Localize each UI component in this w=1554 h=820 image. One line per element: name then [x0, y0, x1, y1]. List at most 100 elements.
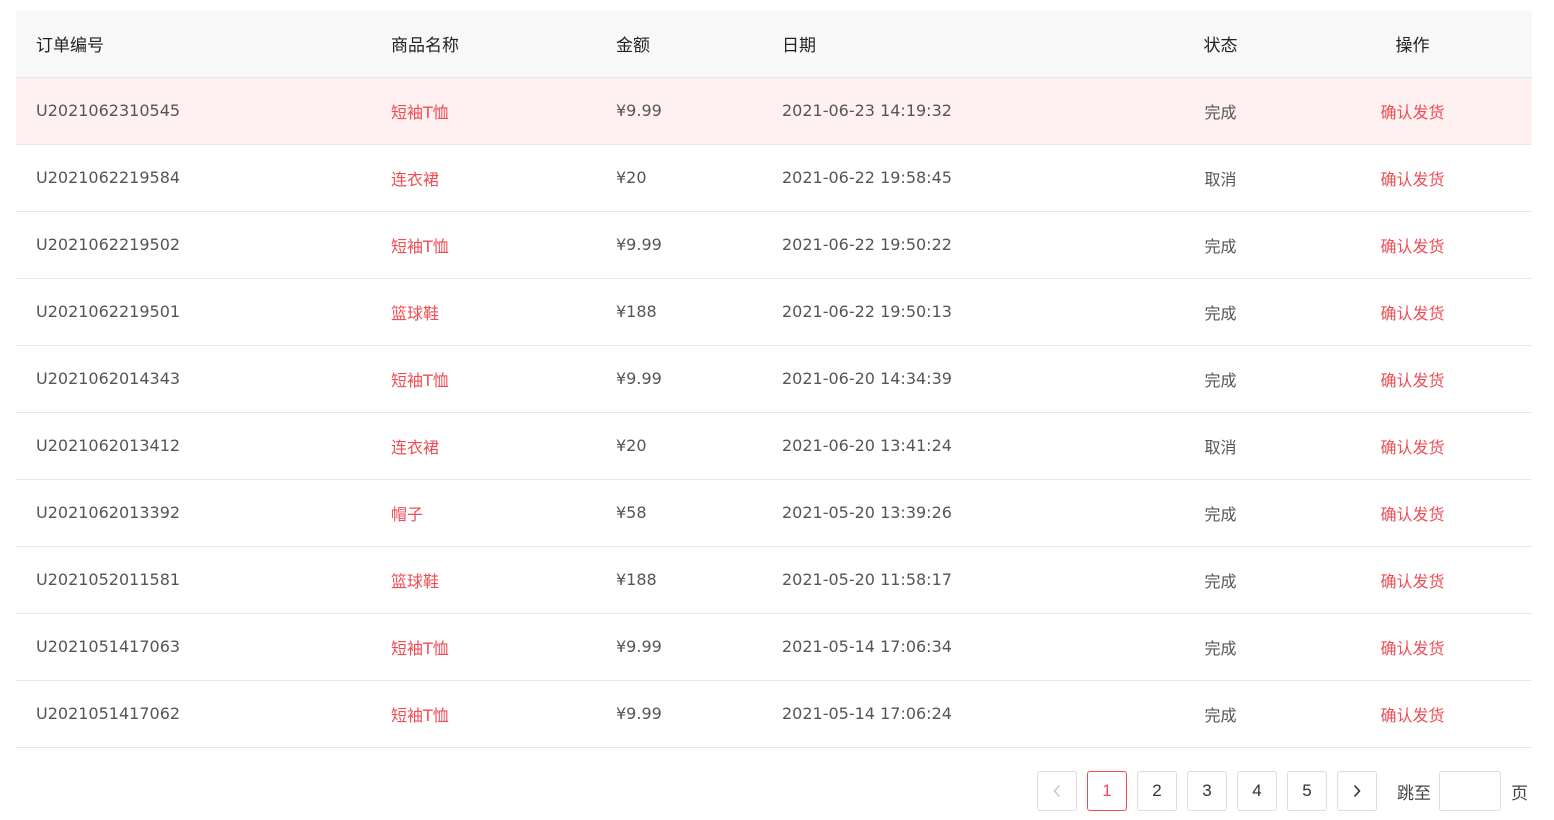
- cell-status: 完成: [1148, 77, 1293, 145]
- page-button-5[interactable]: 5: [1287, 771, 1327, 811]
- cell-action: 确认发货: [1293, 479, 1532, 547]
- confirm-shipment-link[interactable]: 确认发货: [1380, 371, 1444, 390]
- cell-action: 确认发货: [1293, 680, 1532, 748]
- pagination: 12345 跳至 页: [1037, 771, 1528, 811]
- jump-page-input[interactable]: [1439, 771, 1501, 811]
- cell-date: 2021-05-20 11:58:17: [782, 546, 1148, 614]
- cell-amount: ¥20: [616, 412, 782, 480]
- table-row: U2021062219584 连衣裙 ¥20 2021-06-22 19:58:45 取…: [16, 144, 1532, 212]
- cell-amount: ¥9.99: [616, 211, 782, 279]
- next-page-button[interactable]: [1337, 771, 1377, 811]
- table-row: U2021051417062 短袖T恤 ¥9.99 2021-05-14 17:06:…: [16, 680, 1532, 748]
- cell-order-no: U2021052011581: [16, 546, 391, 614]
- cell-amount: ¥9.99: [616, 77, 782, 145]
- page-button-3[interactable]: 3: [1187, 771, 1227, 811]
- product-link[interactable]: 篮球鞋: [391, 572, 439, 591]
- cell-status: 完成: [1148, 345, 1293, 413]
- page-button-1[interactable]: 1: [1087, 771, 1127, 811]
- cell-action: 确认发货: [1293, 613, 1532, 681]
- table-row: U2021062310545 短袖T恤 ¥9.99 2021-06-23 14:19:…: [16, 77, 1532, 145]
- cell-amount: ¥58: [616, 479, 782, 547]
- cell-amount: ¥20: [616, 144, 782, 212]
- cell-amount: ¥9.99: [616, 345, 782, 413]
- cell-date: 2021-06-20 14:34:39: [782, 345, 1148, 413]
- header-amount: 金额: [616, 11, 782, 78]
- cell-date: 2021-05-20 13:39:26: [782, 479, 1148, 547]
- table-row: U2021051417063 短袖T恤 ¥9.99 2021-05-14 17:06:…: [16, 613, 1532, 681]
- cell-action: 确认发货: [1293, 345, 1532, 413]
- confirm-shipment-link[interactable]: 确认发货: [1380, 304, 1444, 323]
- table-row: U2021062013392 帽子 ¥58 2021-05-20 13:39:26 完成…: [16, 479, 1532, 547]
- cell-product: 连衣裙: [391, 412, 616, 480]
- cell-action: 确认发货: [1293, 144, 1532, 212]
- cell-order-no: U2021051417062: [16, 680, 391, 748]
- cell-status: 完成: [1148, 546, 1293, 614]
- confirm-shipment-link[interactable]: 确认发货: [1380, 438, 1444, 457]
- product-link[interactable]: 短袖T恤: [391, 237, 449, 256]
- header-status: 状态: [1148, 11, 1293, 78]
- cell-product: 篮球鞋: [391, 546, 616, 614]
- table-row: U2021062219501 篮球鞋 ¥188 2021-06-22 19:50:13…: [16, 278, 1532, 346]
- cell-status: 取消: [1148, 412, 1293, 480]
- table-row: U2021062014343 短袖T恤 ¥9.99 2021-06-20 14:34:…: [16, 345, 1532, 413]
- cell-date: 2021-05-14 17:06:34: [782, 613, 1148, 681]
- confirm-shipment-link[interactable]: 确认发货: [1380, 505, 1444, 524]
- cell-status: 完成: [1148, 613, 1293, 681]
- cell-amount: ¥188: [616, 546, 782, 614]
- cell-order-no: U2021062013392: [16, 479, 391, 547]
- cell-product: 短袖T恤: [391, 77, 616, 145]
- cell-date: 2021-06-23 14:19:32: [782, 77, 1148, 145]
- page-button-2[interactable]: 2: [1137, 771, 1177, 811]
- header-date: 日期: [782, 11, 1148, 78]
- cell-status: 完成: [1148, 479, 1293, 547]
- cell-status: 取消: [1148, 144, 1293, 212]
- cell-date: 2021-05-14 17:06:24: [782, 680, 1148, 748]
- cell-action: 确认发货: [1293, 546, 1532, 614]
- page-button-4[interactable]: 4: [1237, 771, 1277, 811]
- jump-to-label: 跳至: [1397, 783, 1431, 804]
- chevron-left-icon: [1052, 784, 1062, 798]
- confirm-shipment-link[interactable]: 确认发货: [1380, 103, 1444, 122]
- cell-action: 确认发货: [1293, 211, 1532, 279]
- orders-table-container: 订单编号 商品名称 金额 日期 状态 操作 U2021062310545 短袖T恤…: [16, 11, 1532, 748]
- product-link[interactable]: 连衣裙: [391, 170, 439, 189]
- cell-amount: ¥9.99: [616, 680, 782, 748]
- cell-product: 篮球鞋: [391, 278, 616, 346]
- confirm-shipment-link[interactable]: 确认发货: [1380, 170, 1444, 189]
- cell-order-no: U2021062013412: [16, 412, 391, 480]
- cell-date: 2021-06-22 19:50:22: [782, 211, 1148, 279]
- cell-amount: ¥188: [616, 278, 782, 346]
- cell-product: 帽子: [391, 479, 616, 547]
- table-row: U2021052011581 篮球鞋 ¥188 2021-05-20 11:58:17…: [16, 546, 1532, 614]
- prev-page-button[interactable]: [1037, 771, 1077, 811]
- product-link[interactable]: 短袖T恤: [391, 103, 449, 122]
- cell-product: 短袖T恤: [391, 680, 616, 748]
- header-action: 操作: [1293, 11, 1532, 78]
- confirm-shipment-link[interactable]: 确认发货: [1380, 572, 1444, 591]
- cell-product: 短袖T恤: [391, 613, 616, 681]
- product-link[interactable]: 篮球鞋: [391, 304, 439, 323]
- product-link[interactable]: 短袖T恤: [391, 706, 449, 725]
- cell-order-no: U2021062014343: [16, 345, 391, 413]
- cell-order-no: U2021051417063: [16, 613, 391, 681]
- page-unit-label: 页: [1511, 783, 1528, 804]
- cell-order-no: U2021062219584: [16, 144, 391, 212]
- cell-status: 完成: [1148, 211, 1293, 279]
- confirm-shipment-link[interactable]: 确认发货: [1380, 237, 1444, 256]
- cell-order-no: U2021062219501: [16, 278, 391, 346]
- product-link[interactable]: 帽子: [391, 505, 423, 524]
- product-link[interactable]: 连衣裙: [391, 438, 439, 457]
- product-link[interactable]: 短袖T恤: [391, 639, 449, 658]
- table-row: U2021062013412 连衣裙 ¥20 2021-06-20 13:41:24 取…: [16, 412, 1532, 480]
- table-row: U2021062219502 短袖T恤 ¥9.99 2021-06-22 19:50:…: [16, 211, 1532, 279]
- table-body: U2021062310545 短袖T恤 ¥9.99 2021-06-23 14:19:…: [16, 77, 1532, 748]
- cell-product: 短袖T恤: [391, 345, 616, 413]
- cell-date: 2021-06-20 13:41:24: [782, 412, 1148, 480]
- cell-amount: ¥9.99: [616, 613, 782, 681]
- cell-action: 确认发货: [1293, 77, 1532, 145]
- confirm-shipment-link[interactable]: 确认发货: [1380, 706, 1444, 725]
- confirm-shipment-link[interactable]: 确认发货: [1380, 639, 1444, 658]
- product-link[interactable]: 短袖T恤: [391, 371, 449, 390]
- orders-table: 订单编号 商品名称 金额 日期 状态 操作 U2021062310545 短袖T恤…: [16, 11, 1532, 748]
- cell-status: 完成: [1148, 680, 1293, 748]
